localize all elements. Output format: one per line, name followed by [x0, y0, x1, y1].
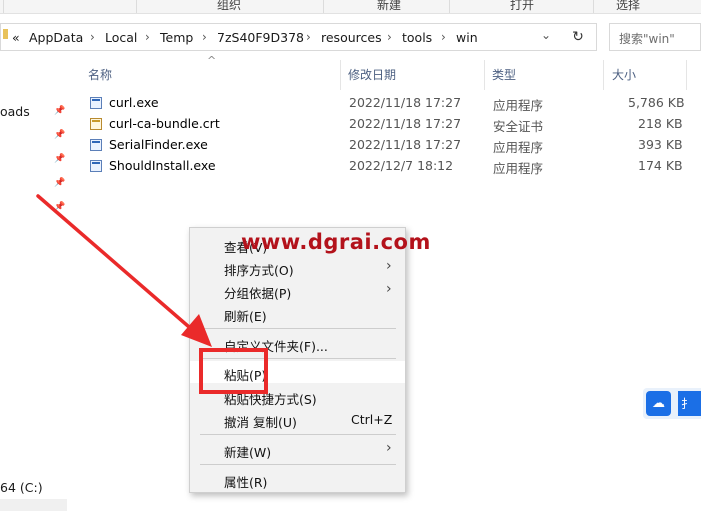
annotation-arrow-icon — [36, 194, 212, 347]
annotation-highlight-box — [199, 348, 268, 394]
cloud-icon: ☁ — [646, 391, 671, 416]
widget-extension: 扌 — [678, 391, 701, 416]
widget-label: 扌 — [681, 397, 694, 411]
cloud-sync-widget[interactable]: ☁ 扌 — [643, 388, 701, 419]
